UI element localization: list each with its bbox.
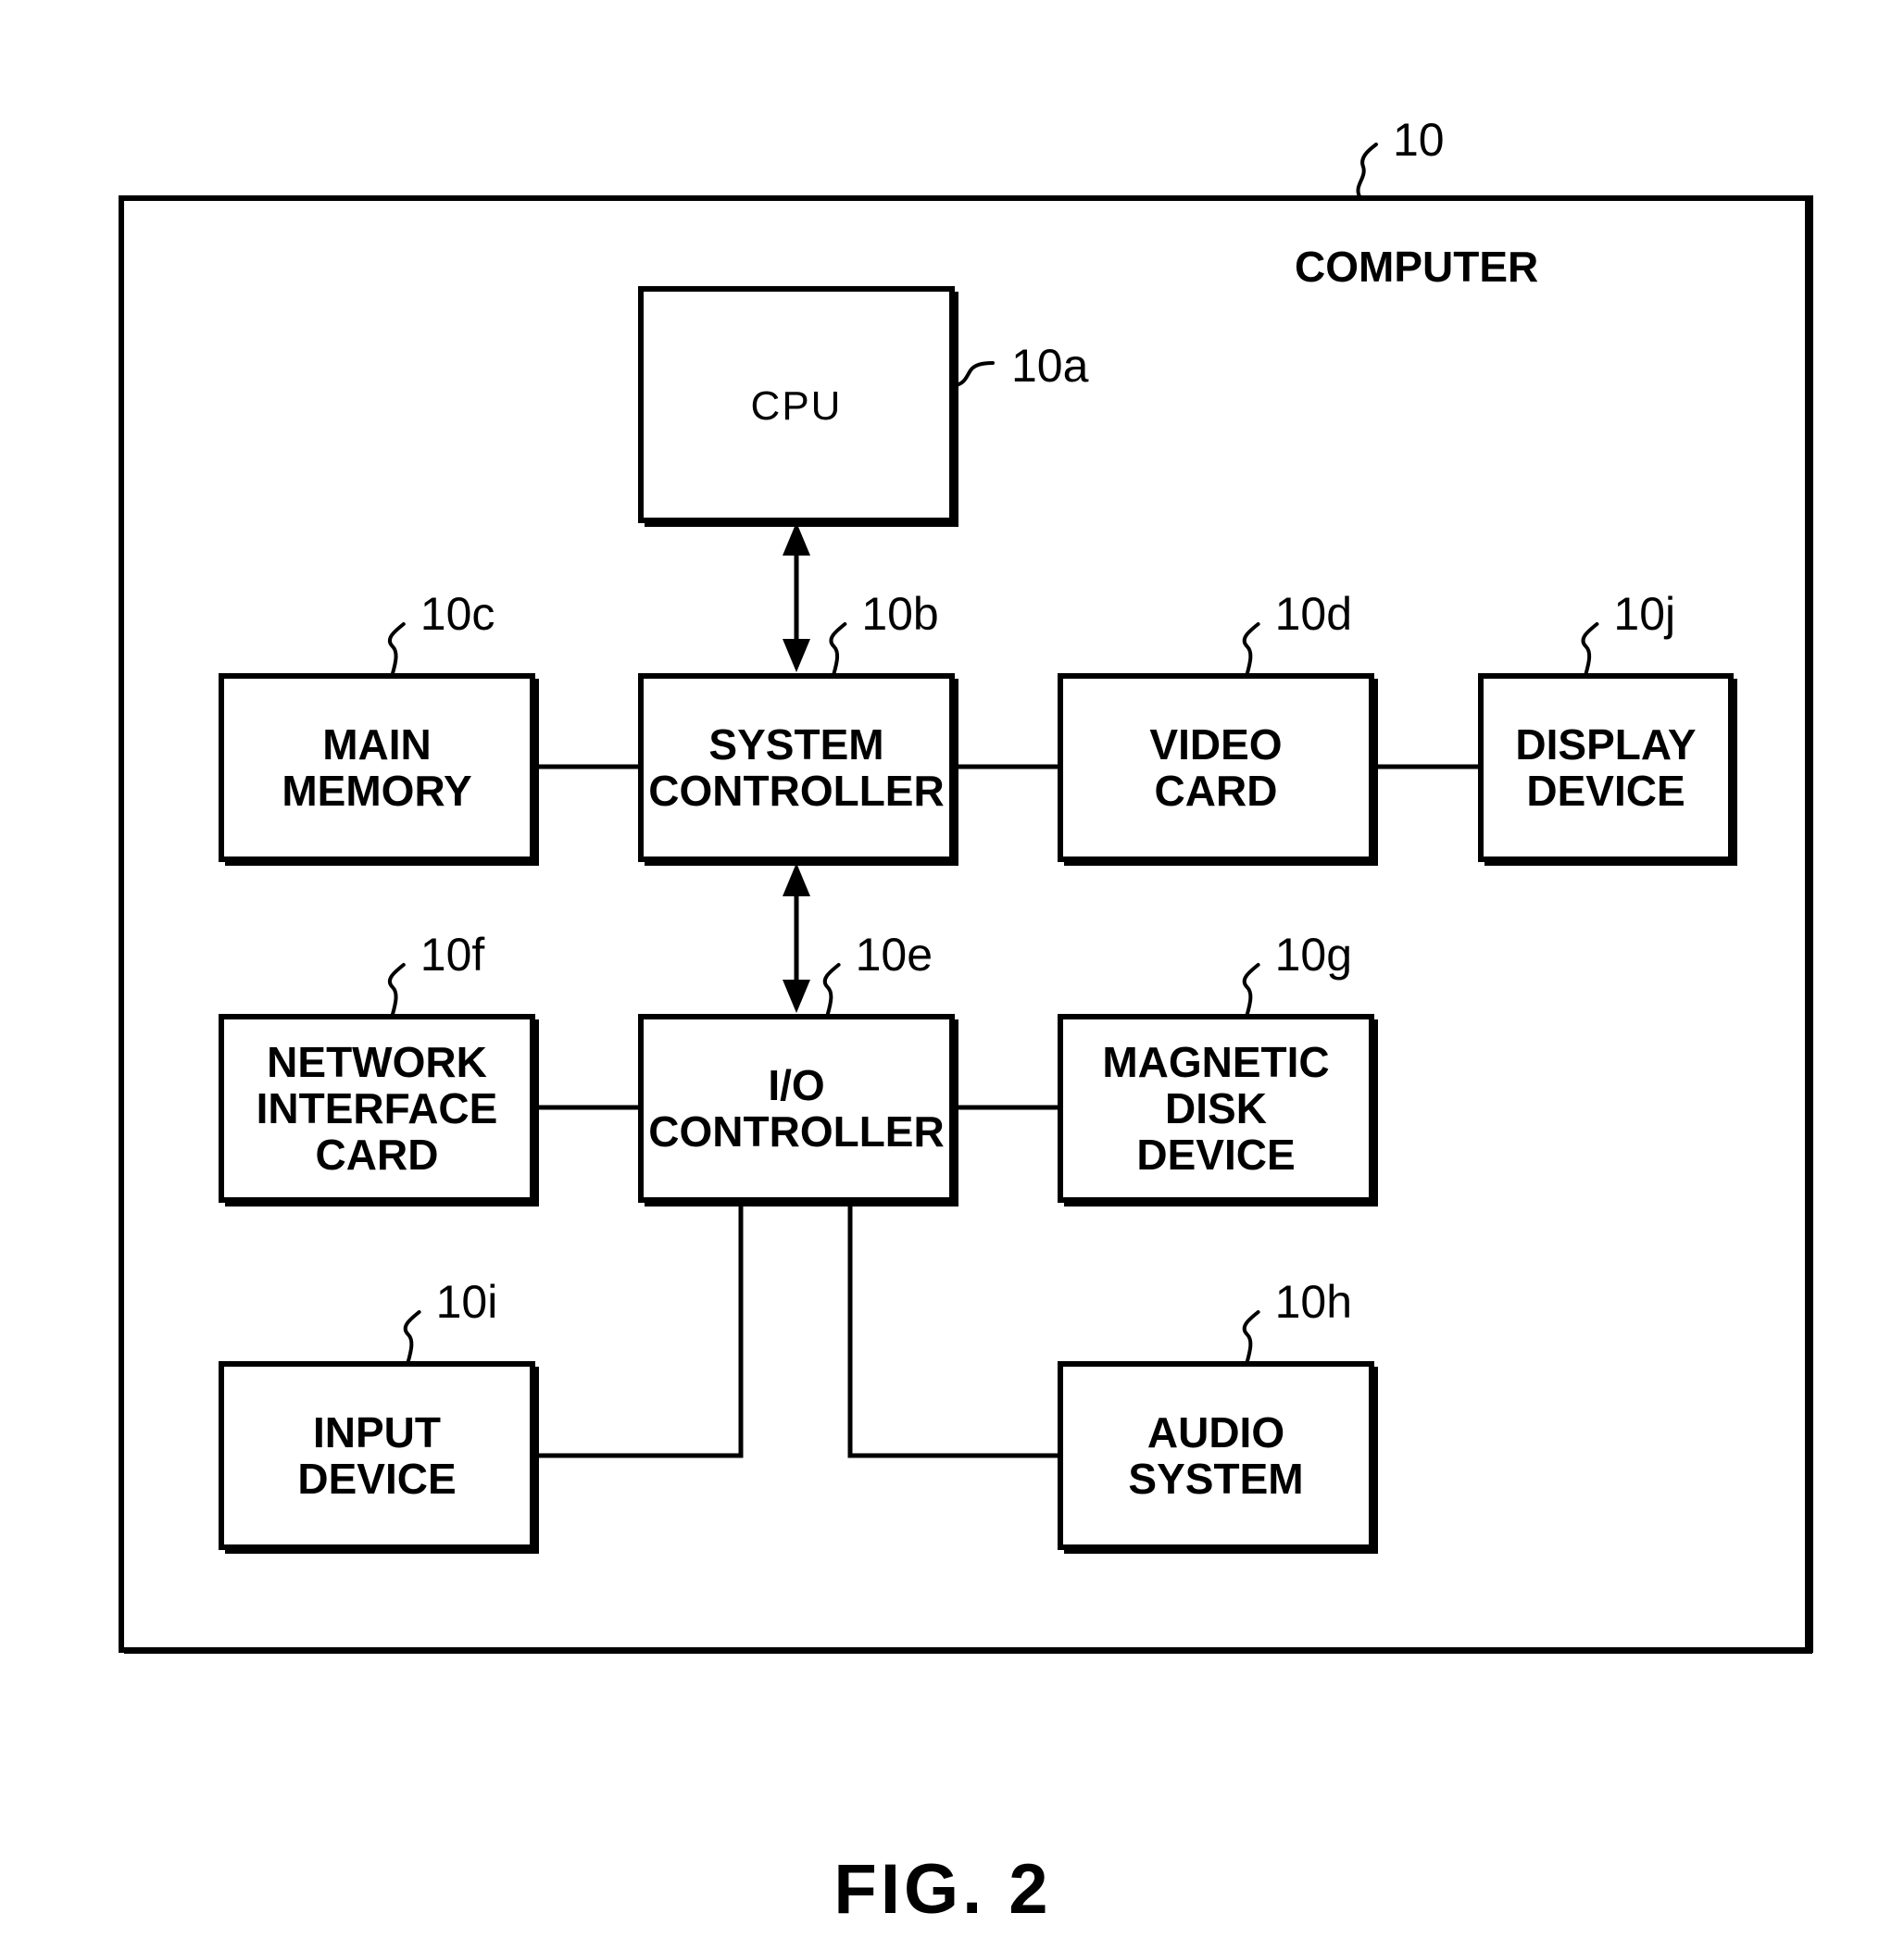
system-controller-block: SYSTEMCONTROLLER 10b [638, 588, 958, 866]
computer-block-diagram: COMPUTER 10 CPU10aSYSTEMCONTROLLER10bMAI… [119, 114, 1813, 1929]
input-device-label-line: INPUT [313, 1408, 441, 1457]
display-device-label-line: DEVICE [1526, 767, 1685, 815]
cpu-ref-leader [954, 361, 995, 387]
main-memory-label-line: MAIN [322, 720, 432, 769]
input-device-ref-leader [403, 1310, 421, 1364]
display-device-label-line: DISPLAY [1515, 720, 1696, 769]
magnetic-disk-device-label-line: DEVICE [1136, 1131, 1295, 1179]
video-card-ref-leader [1242, 622, 1260, 676]
audio-system-block: AUDIOSYSTEM 10h [1058, 1276, 1378, 1554]
system-controller-label-line: SYSTEM [708, 720, 883, 769]
network-interface-card-ref-leader [387, 963, 406, 1017]
input-device-block: INPUTDEVICE 10i [219, 1276, 539, 1554]
display-device-block: DISPLAYDEVICE 10j [1478, 588, 1737, 866]
magnetic-disk-device-ref-label: 10g [1275, 929, 1352, 981]
computer-border-shadow-bottom [124, 1647, 1812, 1654]
computer-title: COMPUTER [1295, 243, 1538, 291]
audio-system-ref-leader [1242, 1310, 1260, 1364]
system-controller-ref-label: 10b [861, 588, 938, 640]
io-controller-block: I/OCONTROLLER 10e [638, 929, 958, 1207]
input-device-ref-label: 10i [436, 1276, 498, 1328]
main-memory-label-line: MEMORY [282, 767, 471, 815]
computer-border-shadow-right [1805, 201, 1812, 1654]
io-controller-ref-label: 10e [856, 929, 933, 981]
magnetic-disk-device-label-line: MAGNETIC [1102, 1038, 1329, 1086]
audio-system-label-line: AUDIO [1147, 1408, 1284, 1457]
figure-caption: FIG. 2 [833, 1850, 1051, 1929]
io-input-line [533, 1204, 744, 1458]
arrowhead-up-cpu [783, 522, 810, 556]
audio-system-label-line: SYSTEM [1128, 1455, 1303, 1503]
main-memory-ref-label: 10c [420, 588, 495, 640]
input-device-label-line: DEVICE [297, 1455, 456, 1503]
io-audio-line [847, 1204, 1060, 1458]
computer-ref-label: 10 [1393, 114, 1445, 166]
io-controller-ref-leader [822, 963, 841, 1017]
arrowhead-up-sysctrl [783, 863, 810, 896]
display-device-ref-leader [1581, 622, 1599, 676]
video-card-block: VIDEOCARD 10d [1058, 588, 1378, 866]
io-controller-label-line: CONTROLLER [648, 1107, 944, 1156]
arrowhead-down-io [783, 980, 810, 1013]
system-controller-label-line: CONTROLLER [648, 767, 944, 815]
io-controller-label-line: I/O [768, 1061, 824, 1109]
display-device-ref-label: 10j [1613, 588, 1675, 640]
magnetic-disk-device-label-line: DISK [1165, 1084, 1267, 1132]
magnetic-disk-device-ref-leader [1242, 963, 1260, 1017]
main-memory-ref-leader [387, 622, 406, 676]
cpu-label-line: CPU [751, 383, 843, 429]
network-interface-card-ref-label: 10f [420, 929, 485, 981]
network-interface-card-block: NETWORKINTERFACECARD 10f [219, 929, 539, 1207]
arrowhead-down-sysctrl [783, 639, 810, 672]
video-card-ref-label: 10d [1275, 588, 1352, 640]
component-boxes: CPU10aSYSTEMCONTROLLER10bMAINMEMORY10cVI… [219, 286, 1737, 1554]
magnetic-disk-device-block: MAGNETICDISKDEVICE 10g [1058, 929, 1378, 1207]
computer-ref-leader [1356, 143, 1378, 198]
video-card-label-line: CARD [1155, 767, 1278, 815]
video-card-label-line: VIDEO [1149, 720, 1282, 769]
cpu-ref-label: 10a [1011, 340, 1089, 392]
cpu-block: CPU 10a [638, 286, 1089, 527]
network-interface-card-label-line: INTERFACE [257, 1084, 498, 1132]
system-controller-ref-leader [829, 622, 847, 676]
network-interface-card-label-line: CARD [316, 1131, 439, 1179]
network-interface-card-label-line: NETWORK [267, 1038, 487, 1086]
main-memory-block: MAINMEMORY 10c [219, 588, 539, 866]
audio-system-ref-label: 10h [1275, 1276, 1352, 1328]
